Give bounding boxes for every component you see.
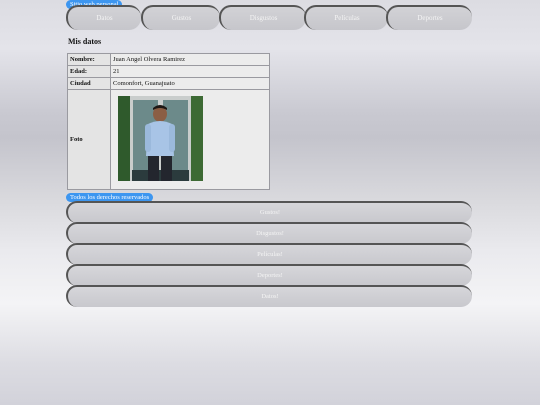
row-value: 21 — [110, 65, 270, 78]
row-key: Nombre: — [67, 53, 111, 66]
personal-data-table: Nombre: Juan Angel Olvera Ramirez Edad: … — [67, 53, 270, 190]
table-row: Nombre: Juan Angel Olvera Ramirez — [67, 53, 270, 66]
footer-link-datos[interactable]: Datos! — [66, 285, 472, 307]
footer-link-deportes[interactable]: Deportes! — [66, 264, 472, 286]
table-row: Edad: 21 — [67, 65, 270, 78]
row-key: Edad: — [67, 65, 111, 78]
row-key: Foto — [67, 89, 111, 190]
footer-link-gustos[interactable]: Gustos! — [66, 201, 472, 223]
footer-link-disgustos[interactable]: Disgustos! — [66, 222, 472, 244]
tab-deportes[interactable]: Deportes — [386, 5, 472, 30]
row-key: Ciudad — [67, 77, 111, 90]
profile-photo — [118, 96, 203, 181]
row-value: Comonfort, Guanajuato — [110, 77, 270, 90]
tab-datos[interactable]: Datos — [66, 5, 141, 30]
table-row: Foto — [67, 89, 270, 190]
tab-gustos[interactable]: Gustos — [141, 5, 220, 30]
row-value: Juan Angel Olvera Ramirez — [110, 53, 270, 66]
tab-peliculas[interactable]: Películas — [304, 5, 388, 30]
footer-link-peliculas[interactable]: Películas! — [66, 243, 472, 265]
table-row: Ciudad Comonfort, Guanajuato — [67, 77, 270, 90]
page-title: Mis datos — [68, 37, 102, 46]
photo-cell — [110, 89, 270, 190]
tab-disgustos[interactable]: Disgustos — [219, 5, 306, 30]
person-photo-image — [118, 96, 203, 181]
top-nav: Datos Gustos Disgustos Películas Deporte… — [66, 5, 472, 30]
